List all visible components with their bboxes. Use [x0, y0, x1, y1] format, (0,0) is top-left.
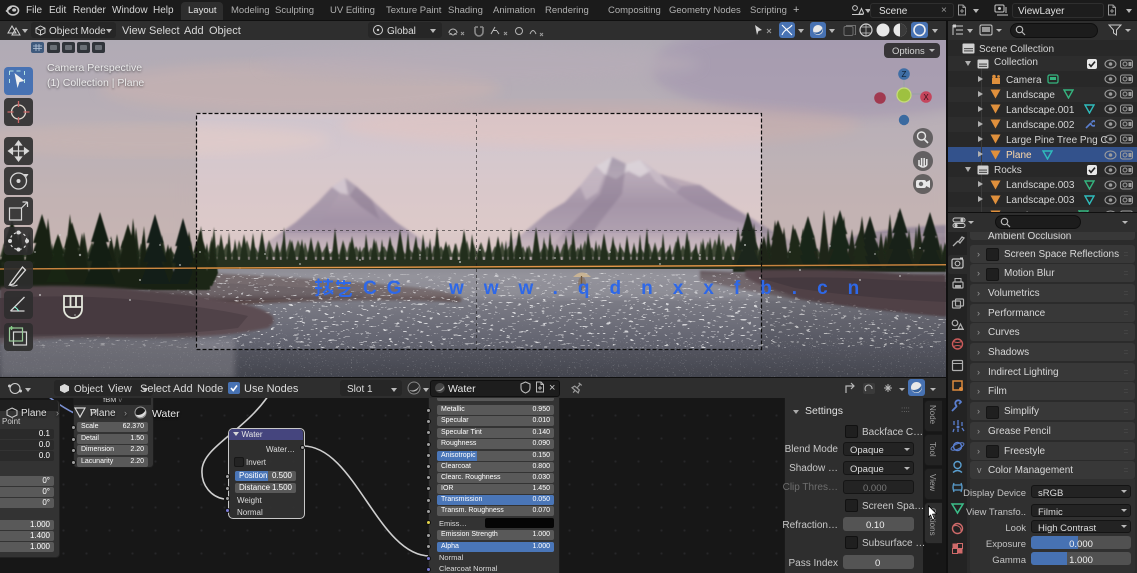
- svg-text:Z: Z: [902, 70, 907, 79]
- svg-text:X: X: [923, 93, 929, 102]
